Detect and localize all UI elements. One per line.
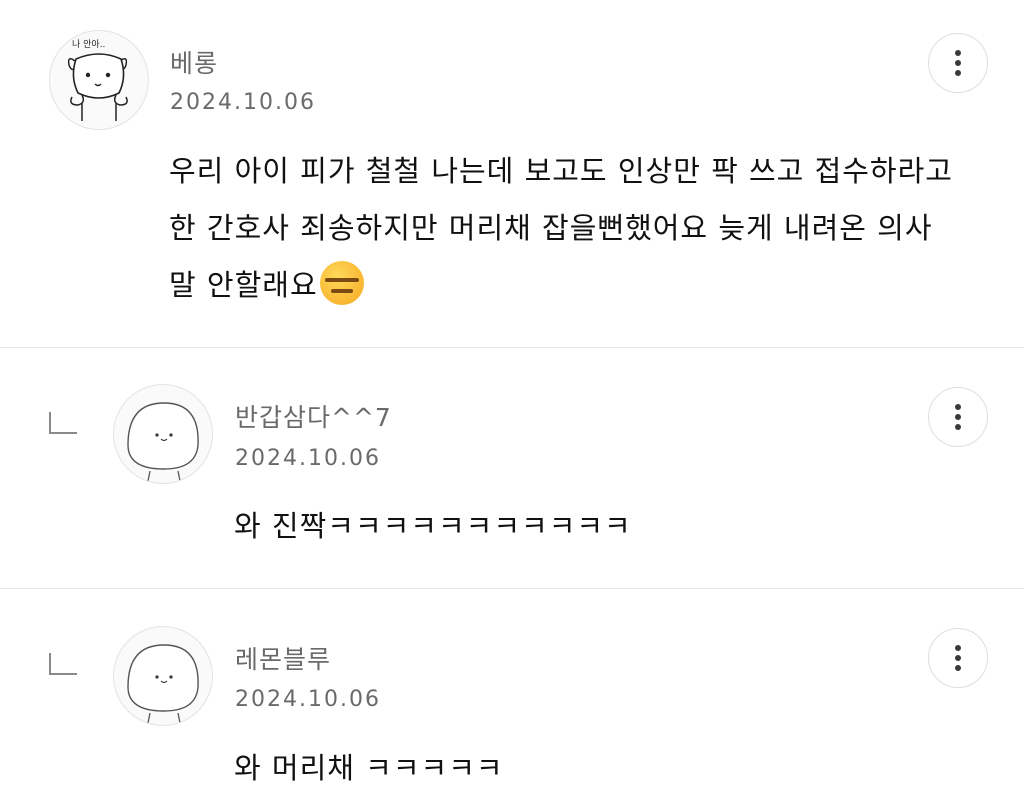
more-vertical-icon <box>955 645 961 651</box>
comment-line: 우리 아이 피가 철철 나는데 보고도 인상만 팍 쓰고 접수하라고 <box>169 154 953 188</box>
avatar[interactable]: 나 안아.. <box>49 30 149 130</box>
more-vertical-icon <box>955 404 961 410</box>
avatar[interactable] <box>113 384 213 484</box>
comment-line-text: 말 안할래요 <box>169 268 318 302</box>
reply-item: 반갑삼다^^7 2024.10.06 와 진짝ㅋㅋㅋㅋㅋㅋㅋㅋㅋㅋㅋ <box>0 348 1024 588</box>
more-options-button[interactable] <box>928 628 988 688</box>
comment-body: 와 진짝ㅋㅋㅋㅋㅋㅋㅋㅋㅋㅋㅋ <box>234 509 632 543</box>
reply-indent-icon <box>49 653 77 675</box>
avatar-caption: 나 안아.. <box>72 39 105 50</box>
expressionless-face-icon <box>319 261 364 305</box>
comment-date: 2024.10.06 <box>235 446 381 471</box>
hamster-avatar-icon: 나 안아.. <box>67 39 128 121</box>
mochi-avatar-icon <box>127 402 199 482</box>
comment-date: 2024.10.06 <box>235 687 381 712</box>
comment-body: 우리 아이 피가 철철 나는데 보고도 인상만 팍 쓰고 접수하라고 한 간호사… <box>169 143 953 314</box>
mochi-avatar-icon <box>127 644 199 724</box>
comment-author[interactable]: 반갑삼다^^7 <box>235 398 392 434</box>
more-options-button[interactable] <box>928 387 988 447</box>
reply-indent-icon <box>49 412 77 434</box>
comment-line: 말 안할래요 <box>169 257 953 314</box>
more-vertical-icon <box>955 50 961 56</box>
reply-item: 레몬블루 2024.10.06 와 머리채 ㅋㅋㅋㅋㅋ <box>0 589 1024 797</box>
comment-date: 2024.10.06 <box>170 90 316 115</box>
comment-body: 와 머리채 ㅋㅋㅋㅋㅋ <box>234 751 504 785</box>
comment-author[interactable]: 베롱 <box>170 44 218 80</box>
comment-line: 한 간호사 죄송하지만 머리채 잡을뻔했어요 늦게 내려온 의사 <box>169 211 933 245</box>
more-options-button[interactable] <box>928 33 988 93</box>
comment-item: 나 안아.. 베롱 2024.10.06 우리 아이 피가 철철 나는데 보고도… <box>0 0 1024 347</box>
avatar[interactable] <box>113 626 213 726</box>
comment-author[interactable]: 레몬블루 <box>235 640 331 676</box>
